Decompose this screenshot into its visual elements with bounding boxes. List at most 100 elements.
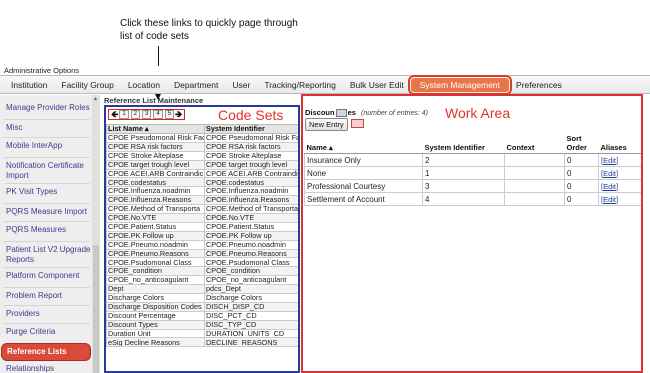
list-name-cell[interactable]: CPOE.Pneumo.noadmin xyxy=(106,239,205,250)
table-row[interactable]: CPOE.Patient.Status CPOE.Patient.Status xyxy=(106,221,298,232)
list-name-cell[interactable]: eSig Decline Reasons xyxy=(106,337,205,348)
table-row[interactable]: Duration Unit DURATION_UNITS_CD xyxy=(106,328,298,339)
right-arrow-icon[interactable]: 🡺 xyxy=(175,110,182,119)
list-name-cell[interactable]: CPOE.Influenza.noadmin xyxy=(106,186,205,197)
sidebar-item-manage-provider-roles[interactable]: Manage Provider Roles xyxy=(6,103,92,113)
table-row[interactable]: CPOE.codestatus CPOE.codestatus xyxy=(106,177,298,188)
page-link-1[interactable]: 1 xyxy=(119,110,129,119)
sidebar-item-patient-list-v2-upgrade-reports[interactable]: Patient List V2 Upgrade Reports xyxy=(6,245,92,265)
sidebar-item-mobile-interapp[interactable]: Mobile InterApp xyxy=(6,141,92,151)
list-name-cell[interactable]: CPOE.Method of Transporta xyxy=(106,204,205,215)
column-header-aliases[interactable]: Aliases xyxy=(598,133,641,154)
table-row[interactable]: CPOE.Pneumo.noadmin CPOE.Pneumo.noadmin xyxy=(106,239,298,250)
table-row[interactable]: CPOE.Influenza.Reasons CPOE.Influenza.Rea… xyxy=(106,195,298,206)
edit-aliases-link[interactable]: [Edit] xyxy=(598,192,641,206)
column-header-system-identifier[interactable]: System Identifier xyxy=(204,124,298,134)
list-name-cell[interactable]: CPOE ACEI.ARB Contraindic xyxy=(106,168,205,179)
column-header-name[interactable]: Name ▴ xyxy=(304,133,423,154)
tab-system-management[interactable]: System Management xyxy=(407,74,513,95)
table-row[interactable]: Discount Percentage DISC_PCT_CD xyxy=(106,310,298,321)
table-row[interactable]: CPOE ACEI.ARB Contraindic CPOE ACEI.ARB C… xyxy=(106,168,298,179)
page-link-4[interactable]: 4 xyxy=(153,110,163,119)
tab-facility-group[interactable]: Facility Group xyxy=(54,80,120,90)
list-name-cell[interactable]: CPOE.Influenza.Reasons xyxy=(106,195,205,206)
list-name-cell[interactable]: CPOE Pseudomonal Risk Fac xyxy=(106,133,205,143)
list-name-cell[interactable]: CPOE target trough level xyxy=(106,159,205,170)
list-name-cell[interactable]: Discount Percentage xyxy=(106,310,205,321)
sidebar-item-providers[interactable]: Providers xyxy=(6,309,92,319)
table-row[interactable]: Dept pdcs_Dept xyxy=(106,284,298,295)
table-row[interactable]: CPOE RSA risk factors CPOE RSA risk facto… xyxy=(106,141,298,152)
sidebar-item-problem-report[interactable]: Problem Report xyxy=(6,291,92,301)
table-row[interactable]: CPOE_condition CPOE_condition xyxy=(106,266,298,277)
page-link-5[interactable]: 5 xyxy=(164,110,175,119)
table-row[interactable]: CPOE.Psudomonal Class CPOE.Psudomonal Cla… xyxy=(106,257,298,268)
table-row[interactable]: Discount Types DISC_TYP_CD xyxy=(106,319,298,330)
list-name-cell[interactable]: CPOE.codestatus xyxy=(106,177,205,188)
table-row[interactable]: CPOE.Method of Transporta CPOE.Method of … xyxy=(106,204,298,215)
table-row[interactable]: CPOE Stroke Alteplase CPOE Stroke Altepla… xyxy=(106,150,298,161)
list-name-cell[interactable]: CPOE Stroke Alteplase xyxy=(106,150,205,161)
table-row[interactable]: Discharge Disposition Codes DISCH_DISP_CD xyxy=(106,301,298,312)
scroll-up-icon[interactable]: ▲ xyxy=(93,96,98,102)
tab-preferences[interactable]: Preferences xyxy=(509,80,569,90)
table-row[interactable]: Settlement of Account 4 0 [Edit] xyxy=(304,192,641,206)
list-name-cell[interactable]: CPOE_no_anticoagulant xyxy=(106,275,205,286)
edit-aliases-link[interactable]: [Edit] xyxy=(598,179,641,193)
sidebar-scroll-thumb[interactable] xyxy=(93,245,99,373)
sidebar-item-misc[interactable]: Misc xyxy=(6,123,92,133)
page-link-2[interactable]: 2 xyxy=(130,110,140,119)
column-header-list-name[interactable]: List Name ▴ xyxy=(106,124,205,134)
new-entry-button[interactable]: New Entry xyxy=(305,118,348,131)
column-header-context[interactable]: Context xyxy=(504,133,565,154)
table-row[interactable]: CPOE.Influenza.noadmin CPOE.Influenza.noa… xyxy=(106,186,298,197)
list-name-cell[interactable]: Duration Unit xyxy=(106,328,205,339)
sidebar-item-notification-certificate-import[interactable]: Notification Certificate Import xyxy=(6,161,92,181)
tab-department[interactable]: Department xyxy=(167,80,225,90)
column-header-sort-order[interactable]: Sort Order xyxy=(564,133,599,154)
table-row[interactable]: CPOE.PK Follow up CPOE.PK Follow up xyxy=(106,230,298,241)
table-row[interactable]: CPOE target trough level CPOE target trou… xyxy=(106,159,298,170)
sort-order-cell: 0 xyxy=(564,166,599,180)
column-header-system-identifier[interactable]: System Identifier xyxy=(422,133,505,154)
sidebar-item-purge-criteria[interactable]: Purge Criteria xyxy=(6,327,92,337)
left-arrow-icon[interactable]: 🡸 xyxy=(111,110,118,119)
table-row[interactable]: None 1 0 [Edit] xyxy=(304,166,641,180)
table-row[interactable]: CPOE Pseudomonal Risk Fac CPOE Pseudomona… xyxy=(106,133,298,143)
list-name-cell[interactable]: CPOE.PK Follow up xyxy=(106,230,205,241)
list-name-cell[interactable]: CPOE.Patient.Status xyxy=(106,221,205,232)
tab-user[interactable]: User xyxy=(225,80,257,90)
list-name-cell[interactable]: CPOE.No.VTE xyxy=(106,213,205,223)
sidebar-item-pqrs-measures[interactable]: PQRS Measures xyxy=(6,225,92,235)
table-row[interactable]: Discharge Colors Discharge Colors xyxy=(106,293,298,303)
list-name-cell[interactable]: Discharge Colors xyxy=(106,293,205,303)
sidebar-item-pk-visit-types[interactable]: PK Visit Types xyxy=(6,187,92,197)
table-row[interactable]: Professional Courtesy 3 0 [Edit] xyxy=(304,179,641,193)
table-row[interactable]: CPOE.Pneumo.Reasons CPOE.Pneumo.Reasons xyxy=(106,248,298,259)
list-name-cell[interactable]: CPOE.Pneumo.Reasons xyxy=(106,248,205,259)
sidebar-item-platform-component[interactable]: Platform Component xyxy=(6,271,92,281)
sidebar-item-relationships[interactable]: Relationships xyxy=(6,364,92,373)
table-row[interactable]: CPOE.No.VTE CPOE.No.VTE xyxy=(106,213,298,223)
edit-aliases-link[interactable]: [Edit] xyxy=(598,166,641,180)
tab-tracking-reporting[interactable]: Tracking/Reporting xyxy=(257,80,343,90)
table-row[interactable]: CPOE_no_anticoagulant CPOE_no_anticoagula… xyxy=(106,275,298,286)
system-identifier-cell: CPOE.codestatus xyxy=(204,177,298,188)
list-name-cell[interactable]: Discharge Disposition Codes xyxy=(106,301,205,312)
list-name-cell[interactable]: CPOE.Psudomonal Class xyxy=(106,257,205,268)
table-row[interactable]: Insurance Only 2 0 [Edit] xyxy=(304,153,641,167)
tab-location[interactable]: Location xyxy=(121,80,167,90)
sidebar-item-pqrs-measure-import[interactable]: PQRS Measure Import xyxy=(6,207,92,217)
table-row[interactable]: eSig Decline Reasons DECLINE_REASONS xyxy=(106,337,298,348)
edit-aliases-link[interactable]: [Edit] xyxy=(598,153,641,167)
list-name-cell[interactable]: CPOE_condition xyxy=(106,266,205,277)
sidebar-item-reference-lists[interactable]: Reference Lists xyxy=(1,343,91,361)
delete-icon[interactable] xyxy=(351,119,364,128)
page-link-3[interactable]: 3 xyxy=(142,110,152,119)
list-name-cell[interactable]: Discount Types xyxy=(106,319,205,330)
grid-icon[interactable] xyxy=(335,109,347,118)
list-name-cell[interactable]: CPOE RSA risk factors xyxy=(106,141,205,152)
tab-bulk-user-edit[interactable]: Bulk User Edit xyxy=(343,80,411,90)
list-name-cell[interactable]: Dept xyxy=(106,284,205,295)
tab-institution[interactable]: Institution xyxy=(4,80,54,90)
